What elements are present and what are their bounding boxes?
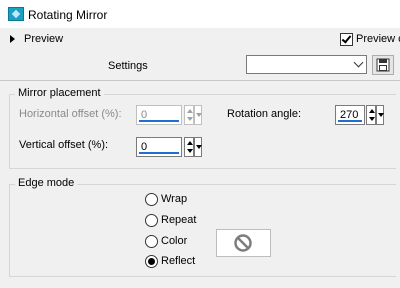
spin-down-icon[interactable] (369, 117, 375, 121)
vertical-offset-field[interactable]: 0 (136, 137, 182, 157)
edge-mode-color-radio[interactable] (145, 235, 158, 248)
edge-mode-repeat-radio[interactable] (145, 214, 158, 227)
edge-mode-reflect-radio[interactable] (145, 255, 158, 268)
spin-down-icon[interactable] (187, 117, 193, 121)
rotation-angle-spinner[interactable] (366, 105, 376, 125)
edge-mode-title: Edge mode (15, 177, 78, 189)
edge-mode-reflect-label[interactable]: Reflect (161, 255, 195, 267)
edge-mode-group (9, 184, 396, 277)
rotation-angle-label: Rotation angle: (227, 108, 301, 120)
rotation-angle-field[interactable]: 270 (335, 105, 365, 125)
horizontal-offset-dropdown[interactable] (194, 105, 202, 125)
field-underline (139, 152, 179, 154)
settings-dropdown[interactable] (246, 55, 367, 74)
spin-up-icon[interactable] (187, 109, 193, 113)
edge-color-swatch[interactable] (216, 229, 271, 257)
rotation-angle-dropdown[interactable] (376, 105, 384, 125)
spin-down-icon[interactable] (187, 149, 193, 153)
field-underline (338, 120, 362, 122)
preview-label: Preview (24, 33, 64, 45)
horizontal-offset-field[interactable]: 0 (136, 105, 182, 125)
window-title: Rotating Mirror (28, 8, 108, 22)
preview-checkbox[interactable] (340, 33, 353, 46)
edge-mode-color-label[interactable]: Color (161, 235, 187, 247)
divider (0, 80, 400, 81)
vertical-offset-label: Vertical offset (%): (19, 139, 109, 151)
app-icon (8, 7, 24, 21)
vertical-offset-spinner[interactable] (184, 137, 194, 157)
mirror-placement-title: Mirror placement (15, 87, 104, 99)
save-preset-button[interactable] (372, 55, 394, 75)
chevron-down-icon[interactable] (196, 145, 202, 149)
vertical-offset-dropdown[interactable] (194, 137, 202, 157)
no-color-icon (234, 234, 252, 252)
field-underline (139, 120, 179, 122)
save-icon (376, 58, 390, 72)
chevron-down-icon[interactable] (378, 113, 384, 117)
settings-label: Settings (108, 60, 148, 72)
horizontal-offset-spinner[interactable] (184, 105, 194, 125)
spin-up-icon[interactable] (369, 109, 375, 113)
edge-mode-wrap-label[interactable]: Wrap (161, 193, 187, 205)
chevron-down-icon[interactable] (196, 113, 202, 117)
spin-up-icon[interactable] (187, 141, 193, 145)
preview-checkbox-label[interactable]: Preview c (356, 33, 400, 45)
edge-mode-wrap-radio[interactable] (145, 193, 158, 206)
chevron-down-icon[interactable] (353, 57, 364, 68)
edge-mode-repeat-label[interactable]: Repeat (161, 214, 196, 226)
horizontal-offset-label: Horizontal offset (%): (19, 108, 122, 120)
expand-arrow-icon[interactable] (10, 35, 15, 43)
